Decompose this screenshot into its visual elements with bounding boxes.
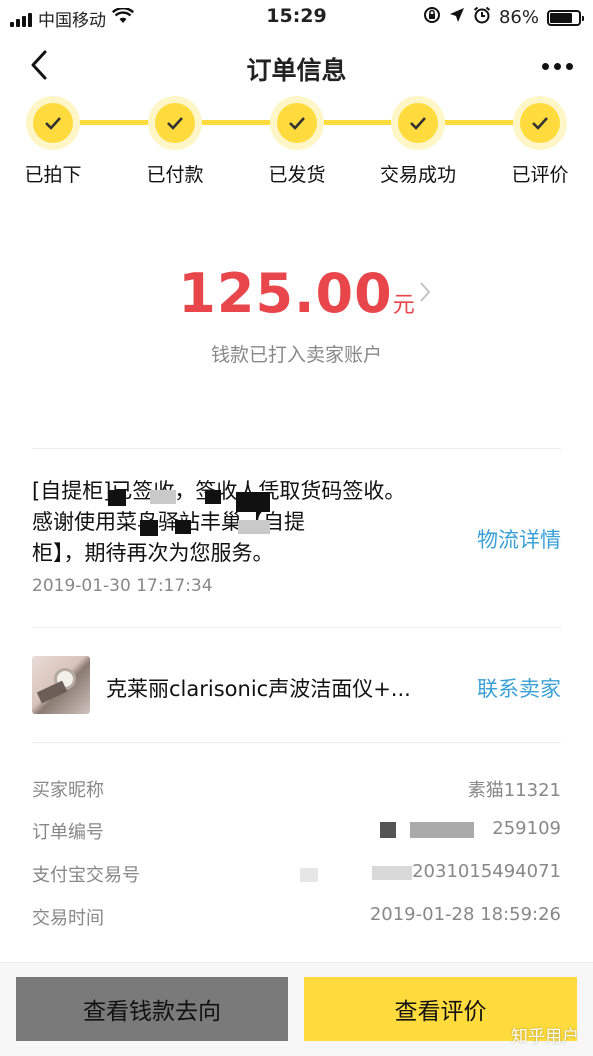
info-value: 2019-01-28 18:59:26 bbox=[369, 904, 561, 925]
step-shipped: 已发货 bbox=[237, 96, 357, 187]
view-money-flow-button[interactable]: 查看钱款去向 bbox=[16, 977, 288, 1041]
redaction bbox=[205, 490, 221, 504]
info-row-alipay-trade-no: 支付宝交易号 2031015494071 bbox=[32, 861, 561, 891]
chevron-right-icon bbox=[418, 280, 432, 308]
info-row-trade-time: 交易时间 2019-01-28 18:59:26 bbox=[32, 904, 561, 934]
info-row-buyer-nickname: 买家昵称 素猫11321 bbox=[32, 776, 561, 806]
step-label: 已发货 bbox=[268, 164, 326, 186]
product-name[interactable]: 克莱丽clarisonic声波洁面仪+... bbox=[106, 673, 426, 703]
contact-seller-link[interactable]: 联系卖家 bbox=[477, 673, 561, 703]
check-icon bbox=[398, 103, 438, 143]
bottom-action-bar: 查看钱款去向 查看评价 bbox=[0, 962, 593, 1056]
divider bbox=[32, 627, 561, 628]
redaction bbox=[300, 868, 318, 882]
redaction bbox=[372, 866, 412, 880]
check-icon bbox=[155, 103, 195, 143]
amount-section[interactable]: 125.00元 bbox=[0, 262, 593, 332]
info-row-order-number: 订单编号 259109 bbox=[32, 818, 561, 848]
check-icon bbox=[33, 103, 73, 143]
orientation-lock-icon bbox=[423, 6, 441, 29]
info-key: 交易时间 bbox=[32, 908, 104, 929]
divider bbox=[32, 448, 561, 449]
status-bar: 中国移动 15:29 86% bbox=[0, 0, 593, 34]
step-label: 交易成功 bbox=[379, 164, 456, 186]
more-button[interactable] bbox=[542, 54, 573, 78]
order-amount: 125.00 bbox=[178, 262, 393, 325]
alarm-icon bbox=[473, 6, 491, 29]
step-placed: 已拍下 bbox=[0, 96, 113, 187]
divider bbox=[32, 742, 561, 743]
order-progress: 已拍下 已付款 已发货 交易成功 已评价 bbox=[0, 96, 593, 196]
amount-unit: 元 bbox=[392, 293, 415, 318]
info-value: 259109 bbox=[492, 818, 561, 839]
info-key: 订单编号 bbox=[32, 822, 104, 843]
location-icon bbox=[449, 7, 465, 28]
step-completed: 交易成功 bbox=[358, 96, 478, 187]
step-label: 已评价 bbox=[511, 164, 569, 186]
redaction bbox=[140, 520, 158, 536]
nav-bar: 订单信息 bbox=[0, 34, 593, 96]
battery-percent: 86% bbox=[498, 7, 539, 28]
redaction bbox=[150, 490, 176, 504]
step-reviewed: 已评价 bbox=[480, 96, 593, 187]
redaction bbox=[236, 492, 270, 512]
redaction bbox=[380, 822, 396, 838]
step-label: 已付款 bbox=[146, 164, 204, 186]
info-value: 素猫11321 bbox=[467, 780, 561, 801]
redaction bbox=[410, 822, 474, 838]
check-icon bbox=[520, 103, 560, 143]
status-right: 86% bbox=[423, 6, 584, 29]
check-icon bbox=[277, 103, 317, 143]
logistics-message: [自提柜]已签收，签收人凭取货码签收。 感谢使用菜鸟驿站丰巢【自提 柜】，期待再… bbox=[32, 479, 405, 565]
info-key: 买家昵称 bbox=[32, 780, 104, 801]
redaction bbox=[238, 520, 270, 534]
redaction bbox=[108, 490, 126, 506]
info-key: 支付宝交易号 bbox=[32, 865, 140, 886]
watermark: 知乎用户 bbox=[511, 1027, 579, 1047]
redaction bbox=[175, 520, 191, 534]
page-title: 订单信息 bbox=[246, 56, 347, 85]
product-thumbnail[interactable] bbox=[32, 656, 90, 714]
battery-icon bbox=[547, 9, 584, 26]
step-paid: 已付款 bbox=[115, 96, 235, 187]
info-value: 2031015494071 bbox=[412, 861, 561, 882]
more-dots-icon bbox=[542, 62, 549, 70]
logistics-detail-link[interactable]: 物流详情 bbox=[477, 524, 561, 554]
amount-status: 钱款已打入卖家账户 bbox=[210, 344, 382, 366]
logistics-time: 2019-01-30 17:17:34 bbox=[32, 576, 213, 596]
step-label: 已拍下 bbox=[24, 164, 82, 186]
